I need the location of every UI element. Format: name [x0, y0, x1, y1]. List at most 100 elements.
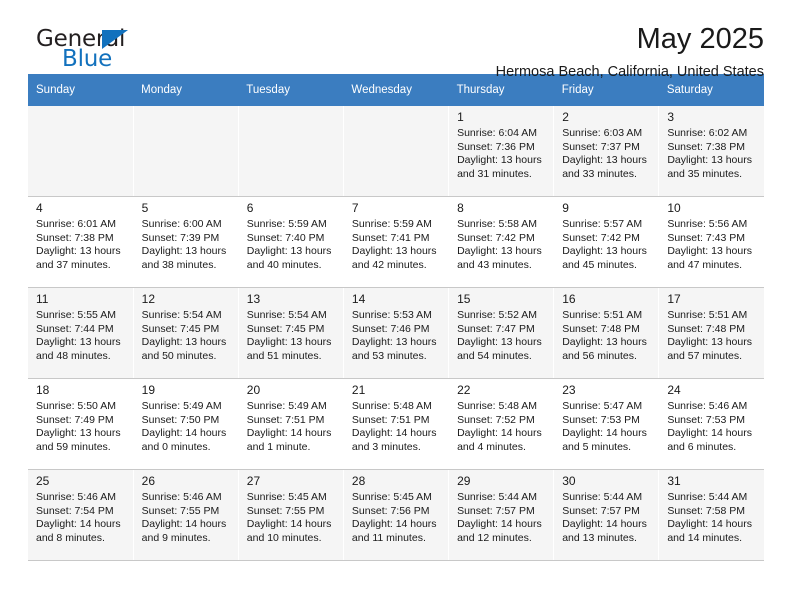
calendar-day-cell[interactable]: 4 Sunrise: 6:01 AM Sunset: 7:38 PM Daylight… — [28, 196, 134, 288]
day-cell-content — [28, 106, 133, 196]
calendar-day-cell[interactable]: 27 Sunrise: 5:45 AM Sunset: 7:55 PM Dayligh… — [238, 469, 344, 561]
day-number: 23 — [562, 383, 576, 397]
day-number: 11 — [36, 292, 49, 306]
day-details: Sunrise: 5:47 AM Sunset: 7:53 PM Daylight:… — [562, 400, 651, 454]
sunrise-time: Sunrise: 5:48 AM — [351, 400, 432, 412]
calendar-day-cell[interactable]: 25 Sunrise: 5:46 AM Sunset: 7:54 PM Dayligh… — [28, 469, 134, 561]
calendar-day-cell[interactable]: 18 Sunrise: 5:50 AM Sunset: 7:49 PM Dayligh… — [28, 378, 134, 470]
daylight-line-1: Daylight: 13 hours — [457, 154, 542, 167]
calendar-day-cell[interactable]: 17 Sunrise: 5:51 AM Sunset: 7:48 PM Dayligh… — [658, 287, 764, 379]
calendar-day-cell[interactable]: 30 Sunrise: 5:44 AM Sunset: 7:57 PM Dayligh… — [553, 469, 660, 561]
page-header: General Blue May 2025 Hermosa Beach, Cal… — [28, 0, 764, 80]
daylight-line-1: Daylight: 13 hours — [457, 336, 542, 349]
day-number: 29 — [457, 474, 471, 488]
day-number: 17 — [667, 292, 681, 306]
calendar-day-cell[interactable]: 31 Sunrise: 5:44 AM Sunset: 7:58 PM Dayligh… — [658, 469, 764, 561]
sunset-time: Sunset: 7:36 PM — [457, 140, 535, 153]
day-details: Sunrise: 5:50 AM Sunset: 7:49 PM Daylight:… — [36, 400, 126, 454]
daylight-line-1: Daylight: 14 hours — [141, 518, 227, 531]
calendar-day-cell[interactable]: 13 Sunrise: 5:54 AM Sunset: 7:45 PM Dayligh… — [238, 287, 344, 379]
day-details: Sunrise: 5:55 AM Sunset: 7:44 PM Daylight:… — [36, 309, 126, 363]
day-number: 12 — [141, 292, 155, 306]
calendar-day-cell[interactable]: 24 Sunrise: 5:46 AM Sunset: 7:53 PM Dayligh… — [658, 378, 764, 470]
daylight-line-2: and 50 minutes. — [141, 349, 217, 362]
sunset-time: Sunset: 7:56 PM — [351, 504, 430, 517]
day-details: Sunrise: 6:01 AM Sunset: 7:38 PM Daylight:… — [36, 218, 126, 272]
calendar-day-cell[interactable]: 5 Sunrise: 6:00 AM Sunset: 7:39 PM Daylight… — [133, 196, 239, 288]
sunset-time: Sunset: 7:38 PM — [667, 140, 745, 153]
daylight-line-1: Daylight: 14 hours — [667, 518, 752, 531]
calendar-day-cell[interactable]: 11 Sunrise: 5:55 AM Sunset: 7:44 PM Dayligh… — [28, 287, 134, 379]
general-blue-logo[interactable]: General Blue — [28, 26, 228, 74]
calendar-day-cell[interactable]: 19 Sunrise: 5:49 AM Sunset: 7:50 PM Dayligh… — [133, 378, 239, 470]
calendar-day-cell[interactable]: 23 Sunrise: 5:47 AM Sunset: 7:53 PM Dayligh… — [553, 378, 660, 470]
day-number: 3 — [667, 110, 675, 124]
calendar-day-cell[interactable]: 26 Sunrise: 5:46 AM Sunset: 7:55 PM Dayligh… — [133, 469, 239, 561]
calendar-day-cell[interactable]: 9 Sunrise: 5:57 AM Sunset: 7:42 PM Daylight… — [553, 196, 660, 288]
daylight-line-1: Daylight: 13 hours — [562, 154, 647, 167]
daylight-line-1: Daylight: 14 hours — [562, 427, 647, 440]
calendar-day-cell[interactable]: 29 Sunrise: 5:44 AM Sunset: 7:57 PM Dayligh… — [448, 469, 555, 561]
sunrise-time: Sunrise: 5:54 AM — [141, 309, 222, 321]
day-cell-content — [344, 106, 448, 196]
day-number: 16 — [562, 292, 576, 306]
calendar-day-cell[interactable]: 21 Sunrise: 5:48 AM Sunset: 7:51 PM Dayligh… — [343, 378, 450, 470]
day-cell-content: 4 Sunrise: 6:01 AM Sunset: 7:38 PM Daylight… — [28, 197, 133, 287]
sunrise-time: Sunrise: 5:58 AM — [457, 218, 538, 230]
daylight-line-2: and 33 minutes. — [562, 167, 637, 180]
daylight-line-1: Daylight: 14 hours — [36, 518, 121, 531]
calendar-day-cell[interactable]: 1 Sunrise: 6:04 AM Sunset: 7:36 PM Daylight… — [448, 106, 555, 197]
calendar-day-cell[interactable]: 20 Sunrise: 5:49 AM Sunset: 7:51 PM Dayligh… — [238, 378, 344, 470]
calendar-day-cell-empty — [238, 106, 344, 197]
calendar-day-cell[interactable]: 15 Sunrise: 5:52 AM Sunset: 7:47 PM Dayligh… — [448, 287, 555, 379]
sunset-time: Sunset: 7:43 PM — [667, 231, 745, 244]
calendar-day-cell[interactable]: 22 Sunrise: 5:48 AM Sunset: 7:52 PM Dayligh… — [448, 378, 555, 470]
sunrise-time: Sunrise: 6:04 AM — [457, 127, 538, 139]
day-details: Sunrise: 5:54 AM Sunset: 7:45 PM Daylight:… — [142, 309, 231, 363]
daylight-line-1: Daylight: 13 hours — [36, 245, 121, 258]
calendar-day-cell[interactable]: 28 Sunrise: 5:45 AM Sunset: 7:56 PM Dayligh… — [343, 469, 450, 561]
sunset-time: Sunset: 7:42 PM — [562, 231, 640, 244]
day-number: 21 — [351, 383, 366, 397]
day-number: 10 — [667, 201, 681, 215]
day-number: 26 — [141, 474, 155, 488]
sunrise-time: Sunrise: 5:48 AM — [457, 400, 538, 412]
calendar-day-cell[interactable]: 16 Sunrise: 5:51 AM Sunset: 7:48 PM Dayligh… — [553, 287, 660, 379]
calendar-day-cell[interactable]: 6 Sunrise: 5:59 AM Sunset: 7:40 PM Daylight… — [238, 196, 344, 288]
daylight-line-2: and 47 minutes. — [667, 258, 743, 271]
day-details: Sunrise: 6:02 AM Sunset: 7:38 PM Daylight:… — [667, 127, 757, 181]
daylight-line-2: and 31 minutes. — [457, 167, 532, 180]
page-title: May 2025 — [636, 23, 764, 55]
daylight-line-1: Daylight: 14 hours — [351, 518, 437, 531]
sunset-time: Sunset: 7:53 PM — [562, 413, 640, 426]
sunrise-time: Sunrise: 5:53 AM — [351, 309, 432, 321]
daylight-line-2: and 48 minutes. — [36, 349, 111, 362]
day-number: 31 — [667, 474, 681, 488]
sunrise-time: Sunrise: 5:51 AM — [562, 309, 643, 321]
day-number: 24 — [667, 383, 681, 397]
calendar-day-cell[interactable]: 8 Sunrise: 5:58 AM Sunset: 7:42 PM Daylight… — [448, 196, 555, 288]
day-details: Sunrise: 5:46 AM Sunset: 7:54 PM Daylight:… — [36, 491, 126, 545]
calendar-day-cell[interactable]: 3 Sunrise: 6:02 AM Sunset: 7:38 PM Daylight… — [658, 106, 764, 197]
calendar-day-cell[interactable]: 7 Sunrise: 5:59 AM Sunset: 7:41 PM Daylight… — [343, 196, 450, 288]
day-details: Sunrise: 5:53 AM Sunset: 7:46 PM Daylight:… — [352, 309, 441, 363]
daylight-line-2: and 37 minutes. — [36, 258, 111, 271]
day-number: 25 — [36, 474, 50, 488]
daylight-line-1: Daylight: 13 hours — [667, 336, 752, 349]
weekday-header-monday: Monday — [133, 74, 239, 106]
calendar-day-cell[interactable]: 10 Sunrise: 5:56 AM Sunset: 7:43 PM Dayligh… — [658, 196, 764, 288]
calendar-day-cell[interactable]: 12 Sunrise: 5:54 AM Sunset: 7:45 PM Dayligh… — [133, 287, 239, 379]
day-details: Sunrise: 5:44 AM Sunset: 7:57 PM Daylight:… — [457, 491, 546, 545]
sunset-time: Sunset: 7:54 PM — [36, 504, 114, 517]
sunrise-time: Sunrise: 6:01 AM — [36, 218, 116, 230]
daylight-line-2: and 57 minutes. — [667, 349, 743, 362]
sunrise-sunset-calendar: Sunday Monday Tuesday Wednesday Thursday… — [28, 74, 764, 561]
day-cell-content: 6 Sunrise: 5:59 AM Sunset: 7:40 PM Daylight… — [239, 197, 343, 287]
calendar-day-cell[interactable]: 14 Sunrise: 5:53 AM Sunset: 7:46 PM Dayligh… — [343, 287, 450, 379]
sunset-time: Sunset: 7:57 PM — [457, 504, 535, 517]
calendar-day-cell-empty — [133, 106, 239, 197]
calendar-day-cell-empty — [343, 106, 450, 197]
daylight-line-2: and 5 minutes. — [562, 440, 632, 453]
calendar-day-cell[interactable]: 2 Sunrise: 6:03 AM Sunset: 7:37 PM Daylight… — [553, 106, 660, 197]
day-cell-content: 21 Sunrise: 5:48 AM Sunset: 7:51 PM Dayligh… — [344, 379, 448, 469]
